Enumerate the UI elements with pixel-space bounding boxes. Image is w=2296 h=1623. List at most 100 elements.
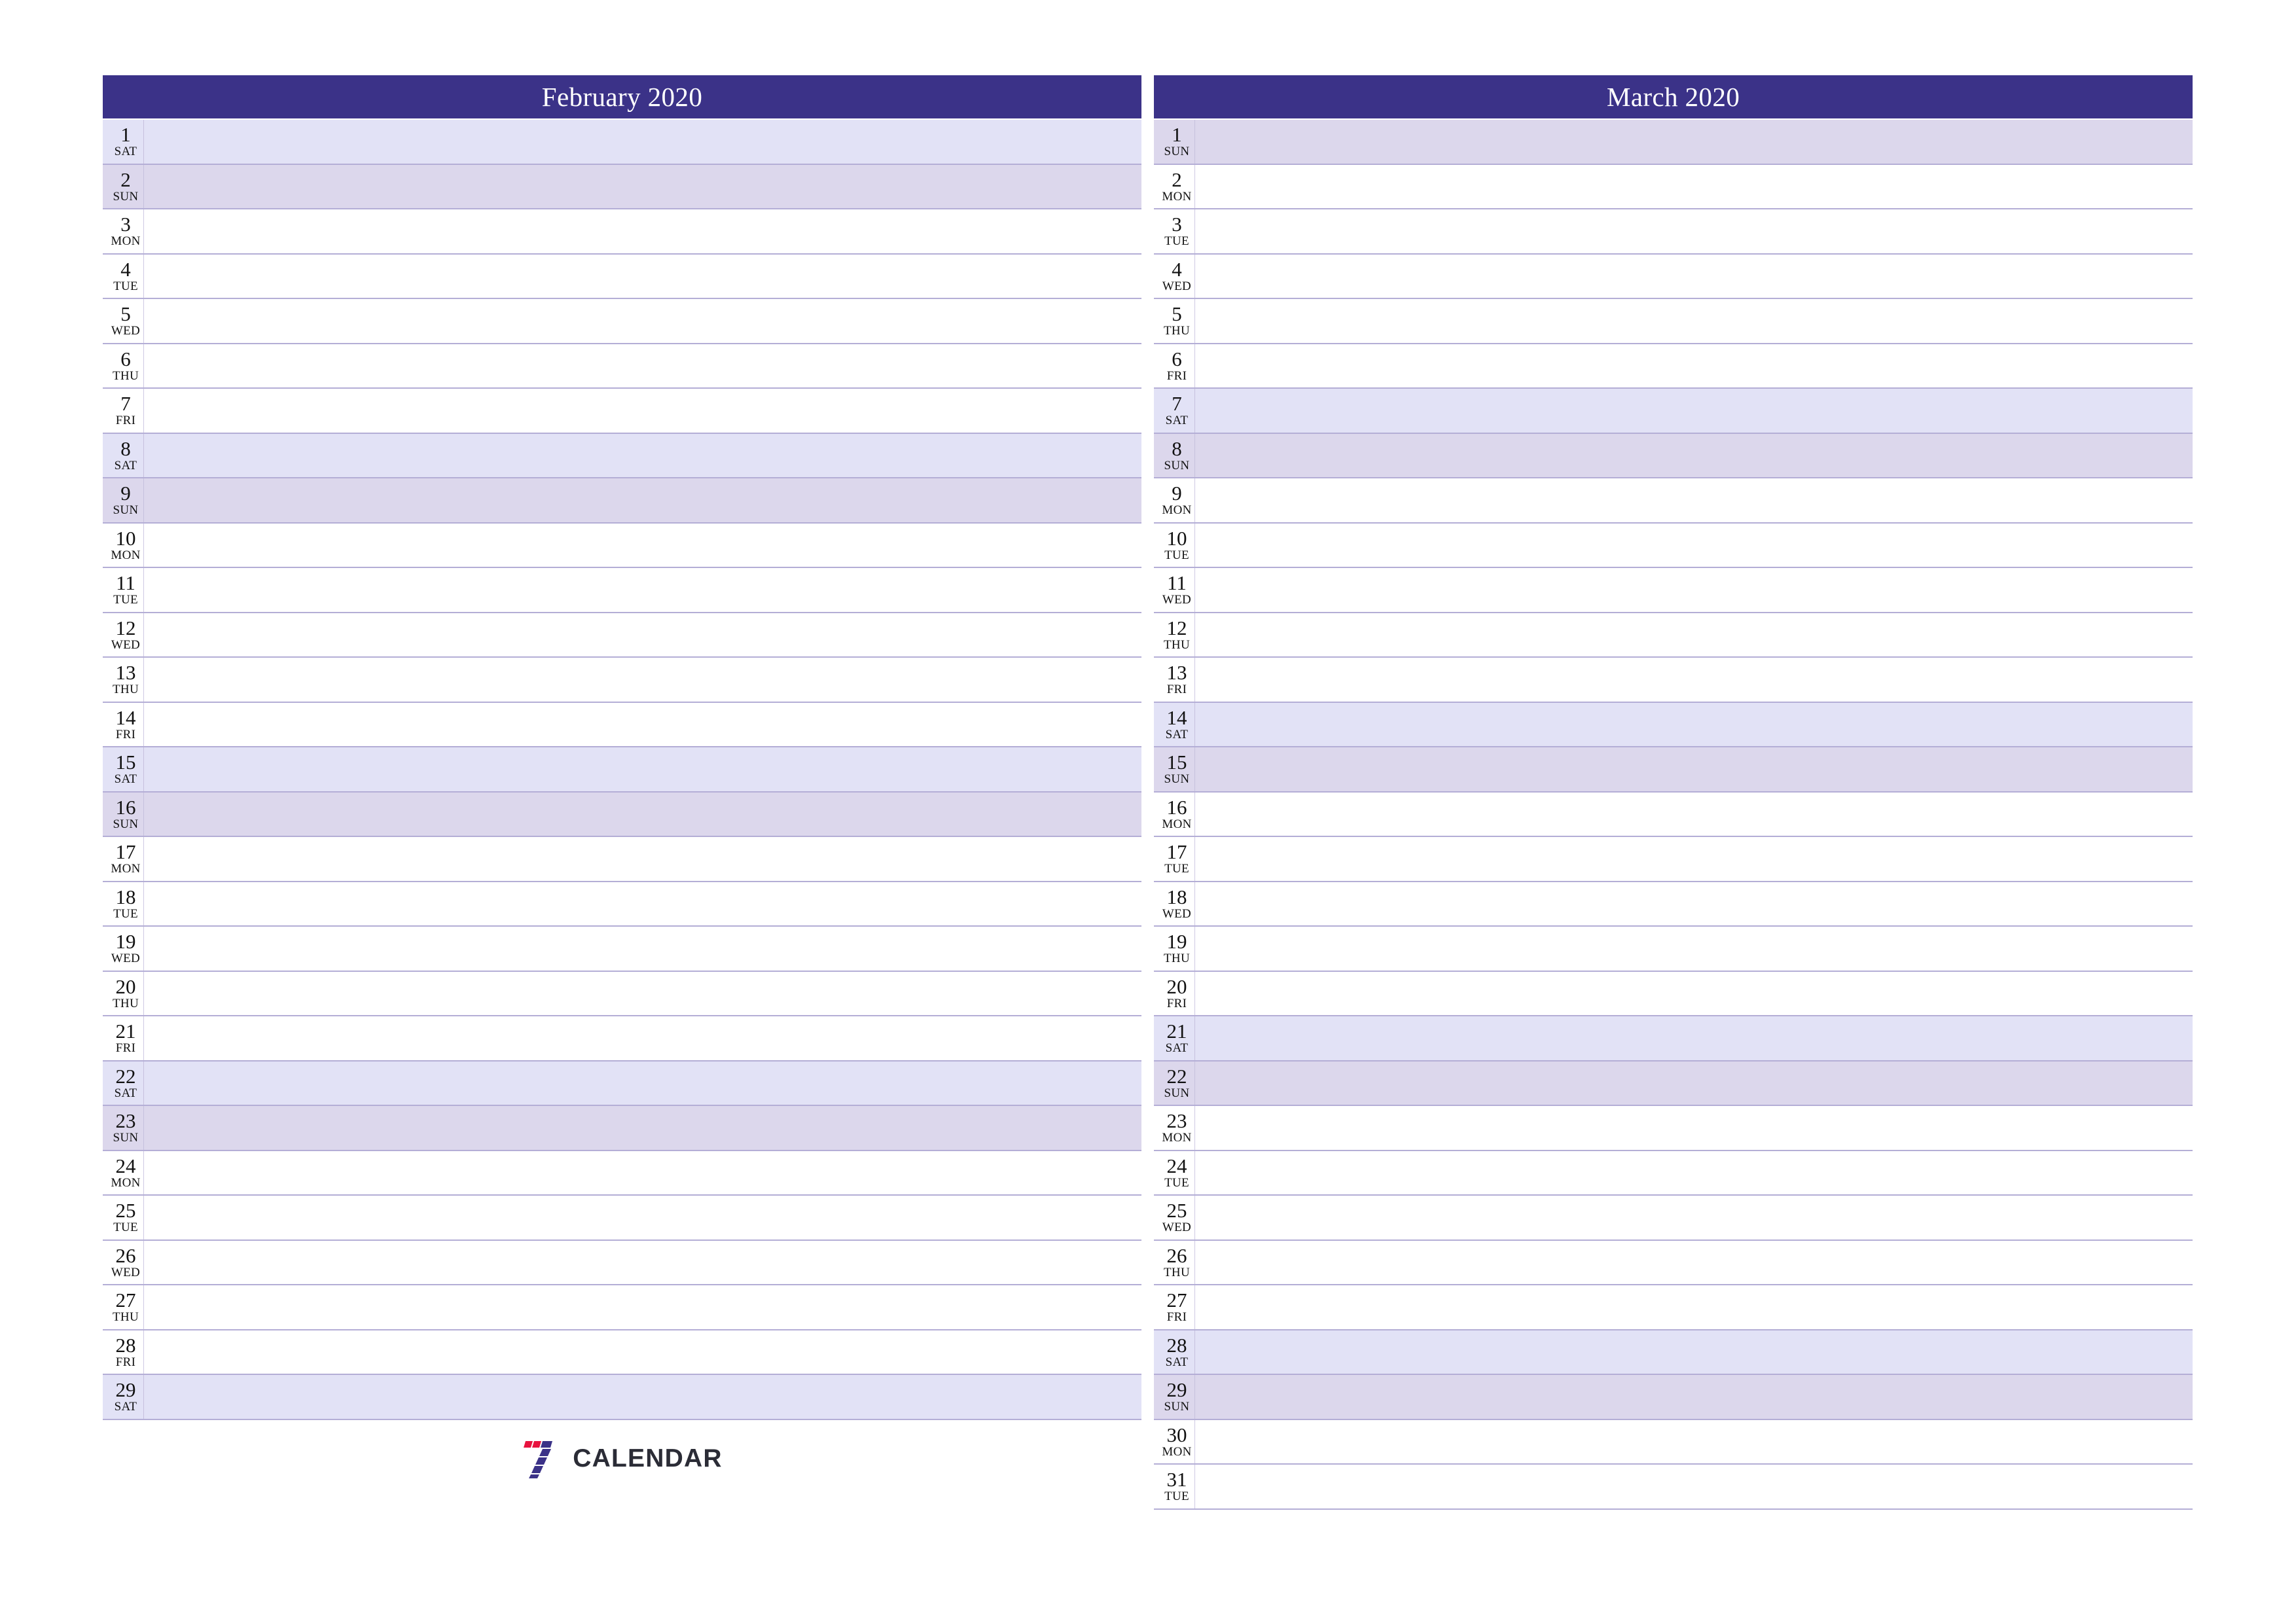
day-row[interactable]: 28 SAT <box>1154 1330 2193 1375</box>
day-row[interactable]: 21 FRI <box>103 1016 1141 1061</box>
day-notes-area[interactable] <box>143 927 1141 971</box>
day-notes-area[interactable] <box>1194 658 2193 702</box>
day-notes-area[interactable] <box>143 120 1141 164</box>
day-row[interactable]: 1 SAT <box>103 120 1141 165</box>
day-row[interactable]: 17 MON <box>103 837 1141 882</box>
day-notes-area[interactable] <box>1194 344 2193 387</box>
day-row[interactable]: 17 TUE <box>1154 837 2193 882</box>
day-row[interactable]: 10 TUE <box>1154 523 2193 568</box>
day-row[interactable]: 6 FRI <box>1154 344 2193 389</box>
day-notes-area[interactable] <box>1194 1465 2193 1508</box>
day-row[interactable]: 23 MON <box>1154 1106 2193 1151</box>
day-notes-area[interactable] <box>1194 164 2193 208</box>
day-notes-area[interactable] <box>1194 1061 2193 1105</box>
day-notes-area[interactable] <box>143 1285 1141 1329</box>
day-notes-area[interactable] <box>143 164 1141 208</box>
day-row[interactable]: 4 TUE <box>103 254 1141 299</box>
day-notes-area[interactable] <box>1194 523 2193 567</box>
day-row[interactable]: 11 WED <box>1154 568 2193 613</box>
day-notes-area[interactable] <box>1194 1196 2193 1240</box>
day-row[interactable]: 8 SAT <box>103 433 1141 478</box>
day-row[interactable]: 19 WED <box>103 927 1141 972</box>
day-row[interactable]: 20 THU <box>103 971 1141 1016</box>
day-notes-area[interactable] <box>143 1196 1141 1240</box>
day-row[interactable]: 16 MON <box>1154 792 2193 837</box>
day-row[interactable]: 15 SUN <box>1154 747 2193 793</box>
day-row[interactable]: 20 FRI <box>1154 971 2193 1016</box>
day-row[interactable]: 27 FRI <box>1154 1285 2193 1330</box>
day-row[interactable]: 19 THU <box>1154 927 2193 972</box>
day-notes-area[interactable] <box>1194 927 2193 971</box>
day-row[interactable]: 3 MON <box>103 209 1141 255</box>
day-notes-area[interactable] <box>1194 254 2193 298</box>
day-notes-area[interactable] <box>143 568 1141 612</box>
day-row[interactable]: 15 SAT <box>103 747 1141 793</box>
day-row[interactable]: 11 TUE <box>103 568 1141 613</box>
day-row[interactable]: 26 WED <box>103 1240 1141 1285</box>
day-notes-area[interactable] <box>1194 702 2193 746</box>
day-notes-area[interactable] <box>1194 1375 2193 1419</box>
day-notes-area[interactable] <box>143 658 1141 702</box>
day-notes-area[interactable] <box>143 344 1141 387</box>
day-row[interactable]: 22 SAT <box>103 1061 1141 1106</box>
day-notes-area[interactable] <box>143 1150 1141 1194</box>
day-notes-area[interactable] <box>143 523 1141 567</box>
day-notes-area[interactable] <box>1194 1016 2193 1060</box>
day-notes-area[interactable] <box>1194 478 2193 522</box>
day-row[interactable]: 29 SUN <box>1154 1375 2193 1420</box>
day-notes-area[interactable] <box>143 1106 1141 1150</box>
day-notes-area[interactable] <box>143 478 1141 522</box>
day-notes-area[interactable] <box>143 254 1141 298</box>
day-row[interactable]: 13 THU <box>103 658 1141 703</box>
day-notes-area[interactable] <box>1194 120 2193 164</box>
day-notes-area[interactable] <box>143 613 1141 656</box>
day-row[interactable]: 9 SUN <box>103 478 1141 524</box>
day-notes-area[interactable] <box>1194 971 2193 1015</box>
day-row[interactable]: 23 SUN <box>103 1106 1141 1151</box>
day-row[interactable]: 28 FRI <box>103 1330 1141 1375</box>
day-notes-area[interactable] <box>143 1375 1141 1419</box>
day-notes-area[interactable] <box>143 299 1141 343</box>
day-notes-area[interactable] <box>143 433 1141 477</box>
day-notes-area[interactable] <box>1194 433 2193 477</box>
day-row[interactable]: 12 THU <box>1154 613 2193 658</box>
day-row[interactable]: 14 SAT <box>1154 702 2193 747</box>
day-row[interactable]: 10 MON <box>103 523 1141 568</box>
day-notes-area[interactable] <box>1194 1419 2193 1463</box>
day-notes-area[interactable] <box>1194 792 2193 836</box>
day-row[interactable]: 27 THU <box>103 1285 1141 1330</box>
day-row[interactable]: 29 SAT <box>103 1375 1141 1420</box>
day-notes-area[interactable] <box>143 1330 1141 1374</box>
day-notes-area[interactable] <box>143 1240 1141 1284</box>
day-row[interactable]: 8 SUN <box>1154 433 2193 478</box>
day-row[interactable]: 7 SAT <box>1154 389 2193 434</box>
day-row[interactable]: 26 THU <box>1154 1240 2193 1285</box>
day-notes-area[interactable] <box>1194 568 2193 612</box>
day-row[interactable]: 7 FRI <box>103 389 1141 434</box>
day-notes-area[interactable] <box>1194 1106 2193 1150</box>
day-row[interactable]: 16 SUN <box>103 792 1141 837</box>
day-notes-area[interactable] <box>1194 299 2193 343</box>
day-notes-area[interactable] <box>143 971 1141 1015</box>
day-notes-area[interactable] <box>143 747 1141 791</box>
day-row[interactable]: 9 MON <box>1154 478 2193 524</box>
day-notes-area[interactable] <box>1194 1330 2193 1374</box>
day-notes-area[interactable] <box>1194 613 2193 656</box>
day-notes-area[interactable] <box>143 1061 1141 1105</box>
day-row[interactable]: 18 TUE <box>103 882 1141 927</box>
day-notes-area[interactable] <box>1194 1285 2193 1329</box>
day-notes-area[interactable] <box>143 792 1141 836</box>
day-row[interactable]: 5 THU <box>1154 299 2193 344</box>
day-notes-area[interactable] <box>1194 1150 2193 1194</box>
day-notes-area[interactable] <box>143 1016 1141 1060</box>
day-notes-area[interactable] <box>143 209 1141 253</box>
day-row[interactable]: 21 SAT <box>1154 1016 2193 1061</box>
day-row[interactable]: 25 WED <box>1154 1196 2193 1241</box>
day-notes-area[interactable] <box>1194 882 2193 925</box>
day-row[interactable]: 30 MON <box>1154 1419 2193 1465</box>
day-notes-area[interactable] <box>1194 837 2193 881</box>
day-row[interactable]: 2 SUN <box>103 164 1141 209</box>
day-row[interactable]: 24 TUE <box>1154 1150 2193 1196</box>
day-notes-area[interactable] <box>143 389 1141 433</box>
day-notes-area[interactable] <box>143 702 1141 746</box>
